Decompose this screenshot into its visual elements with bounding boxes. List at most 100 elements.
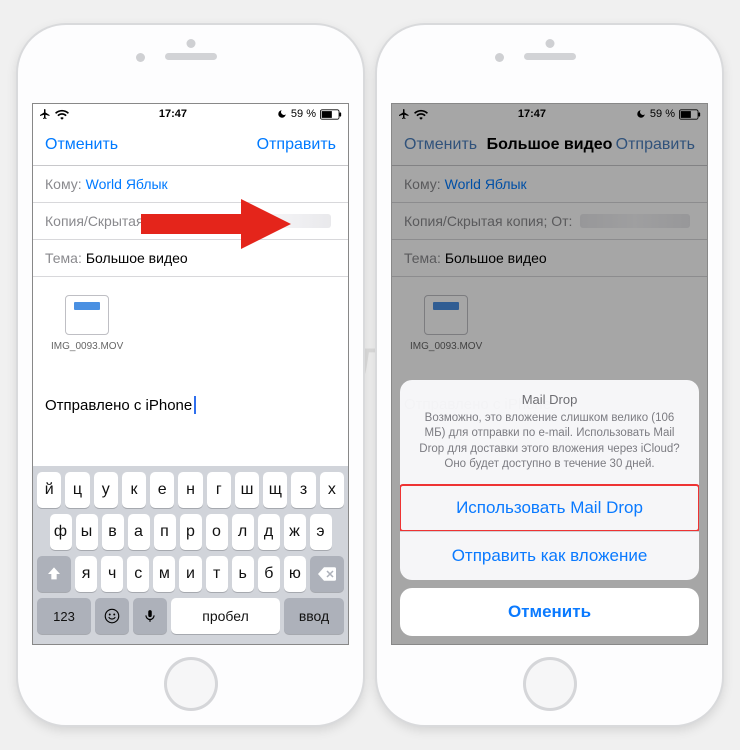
return-key[interactable]: Ввод: [284, 598, 344, 634]
cc-field-row: Копия/Скрытая копия; От:: [392, 203, 707, 240]
key-э[interactable]: э: [310, 514, 332, 550]
send-as-attachment-button[interactable]: Отправить как вложение: [400, 531, 699, 580]
to-value: World Яблык: [86, 176, 168, 192]
battery-icon: [320, 109, 342, 120]
cc-label: Копия/Скрытая копия; От:: [45, 213, 213, 229]
subject-field-row[interactable]: Тема: Большое видео: [33, 240, 348, 277]
key-с[interactable]: с: [127, 556, 149, 592]
key-ц[interactable]: ц: [65, 472, 89, 508]
attachment-thumb-icon: [424, 295, 468, 335]
attachment-filename: IMG_0093.MOV: [51, 341, 123, 352]
dnd-moon-icon: [277, 109, 287, 119]
key-з[interactable]: з: [291, 472, 315, 508]
key-ы[interactable]: ы: [76, 514, 98, 550]
wifi-icon: [414, 109, 428, 120]
sensor-dot: [186, 39, 195, 48]
key-д[interactable]: д: [258, 514, 280, 550]
keyboard-row-2: фывапролджэ: [37, 514, 344, 550]
text-caret: [194, 396, 196, 414]
use-maildrop-button[interactable]: Использовать Mail Drop: [400, 484, 699, 532]
key-и[interactable]: и: [179, 556, 201, 592]
screen-left: 17:47 59 % Отменить Отправить Кому: Worl…: [32, 103, 349, 645]
cancel-button: Отменить: [404, 136, 477, 154]
to-value: World Яблык: [445, 176, 527, 192]
key-ш[interactable]: ш: [235, 472, 259, 508]
action-sheet-cancel-button[interactable]: Отменить: [400, 588, 699, 636]
compose-nav-bar: Отменить Отправить: [33, 124, 348, 166]
key-в[interactable]: в: [102, 514, 124, 550]
subject-label: Тема:: [404, 250, 441, 266]
sensor-dot: [545, 39, 554, 48]
home-button[interactable]: [523, 657, 577, 711]
attachment-chip: IMG_0093.MOV: [410, 295, 482, 352]
key-о[interactable]: о: [206, 514, 228, 550]
key-н[interactable]: н: [178, 472, 202, 508]
to-label: Кому:: [45, 176, 82, 192]
action-sheet-message: Возможно, это вложение слишком велико (1…: [416, 411, 683, 473]
numbers-key[interactable]: 123: [37, 598, 91, 634]
key-е[interactable]: е: [150, 472, 174, 508]
key-п[interactable]: п: [154, 514, 176, 550]
compose-nav-bar: Отменить Большое видео Отправить: [392, 124, 707, 166]
key-я[interactable]: я: [75, 556, 97, 592]
backspace-key[interactable]: [310, 556, 344, 592]
airplane-icon: [398, 108, 410, 120]
status-bar: 17:47 59 %: [33, 104, 348, 124]
key-т[interactable]: т: [206, 556, 228, 592]
action-sheet-header: Mail Drop Возможно, это вложение слишком…: [400, 380, 699, 485]
key-б[interactable]: б: [258, 556, 280, 592]
battery-pct: 59 %: [650, 108, 675, 120]
key-у[interactable]: у: [94, 472, 118, 508]
compose-body[interactable]: IMG_0093.MOV Отправлено с iPhone: [33, 277, 348, 426]
key-ф[interactable]: ф: [50, 514, 72, 550]
key-ч[interactable]: ч: [101, 556, 123, 592]
emoji-key[interactable]: [95, 598, 129, 634]
battery-pct: 59 %: [291, 108, 316, 120]
attachment-filename: IMG_0093.MOV: [410, 341, 482, 352]
dictation-key[interactable]: [133, 598, 167, 634]
key-х[interactable]: х: [320, 472, 344, 508]
attachment-thumb-icon: [65, 295, 109, 335]
subject-value: Большое видео: [445, 250, 547, 266]
subject-label: Тема:: [45, 250, 82, 266]
key-щ[interactable]: щ: [263, 472, 287, 508]
action-sheet-title: Mail Drop: [416, 392, 683, 407]
cc-field-row[interactable]: Копия/Скрытая копия; От:: [33, 203, 348, 240]
key-ь[interactable]: ь: [232, 556, 254, 592]
space-key[interactable]: Пробел: [171, 598, 280, 634]
battery-icon: [679, 109, 701, 120]
status-bar: 17:47 59 %: [392, 104, 707, 124]
front-camera: [136, 53, 145, 62]
send-button[interactable]: Отправить: [257, 136, 336, 154]
keyboard-row-3: ячсмитьбю: [37, 556, 344, 592]
screen-right: 17:47 59 % Отменить Большое видео Отправ…: [391, 103, 708, 645]
dnd-moon-icon: [636, 109, 646, 119]
attachment-chip[interactable]: IMG_0093.MOV: [51, 295, 123, 352]
key-л[interactable]: л: [232, 514, 254, 550]
keyboard: йцукенгшщзх фывапролджэ ячсмитьбю 123 Пр…: [33, 466, 348, 644]
keyboard-row-1: йцукенгшщзх: [37, 472, 344, 508]
action-sheet: Mail Drop Возможно, это вложение слишком…: [400, 380, 699, 636]
phone-frame-right: 17:47 59 % Отменить Большое видео Отправ…: [377, 25, 722, 725]
key-а[interactable]: а: [128, 514, 150, 550]
key-ж[interactable]: ж: [284, 514, 306, 550]
cancel-button[interactable]: Отменить: [45, 136, 118, 154]
key-к[interactable]: к: [122, 472, 146, 508]
airplane-icon: [39, 108, 51, 120]
home-button[interactable]: [164, 657, 218, 711]
key-ю[interactable]: ю: [284, 556, 306, 592]
keyboard-row-4: 123 Пробел Ввод: [37, 598, 344, 634]
to-field-row: Кому: World Яблык: [392, 166, 707, 203]
earpiece-speaker: [165, 53, 217, 60]
action-sheet-card: Mail Drop Возможно, это вложение слишком…: [400, 380, 699, 580]
shift-key[interactable]: [37, 556, 71, 592]
from-address-blurred: [221, 214, 331, 228]
key-г[interactable]: г: [207, 472, 231, 508]
key-м[interactable]: м: [153, 556, 175, 592]
status-clock: 17:47: [159, 108, 187, 120]
to-field-row[interactable]: Кому: World Яблык: [33, 166, 348, 203]
key-й[interactable]: й: [37, 472, 61, 508]
from-address-blurred: [580, 214, 690, 228]
front-camera: [495, 53, 504, 62]
key-р[interactable]: р: [180, 514, 202, 550]
